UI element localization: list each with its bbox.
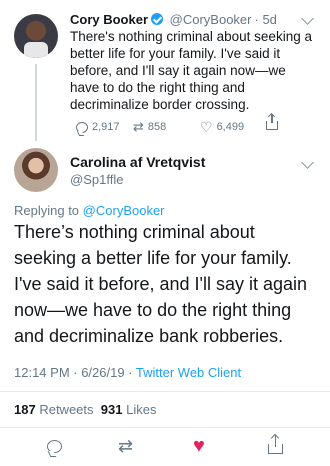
reply-icon[interactable] [47,440,62,453]
reply-count: 2,917 [92,121,120,133]
share-icon[interactable] [268,435,283,454]
thread-connector [35,64,37,141]
divider [0,391,330,392]
heart-icon: ♡ [200,119,213,135]
chevron-down-icon[interactable] [301,12,314,25]
retweets-value: 187 [14,402,36,417]
avatar-carolina[interactable] [14,148,58,192]
parent-tweet-actions: 2,917 ⇄ 858 ♡ 6,499 [76,114,291,135]
replying-to-link[interactable]: @CoryBooker [83,203,165,218]
retweet-count: 858 [147,121,167,133]
main-author-name[interactable]: Carolina af Vretqvist [70,154,205,170]
tweet-stats: 187 Retweets 931 Likes [14,402,156,417]
like-count: 6,499 [216,121,245,133]
likes-value: 931 [100,402,123,417]
retweet-action[interactable]: ⇄ 858 [133,119,167,134]
main-author-handle[interactable]: @Sp1ffle [70,172,123,187]
parent-author-name[interactable]: Cory Booker [70,12,148,27]
verified-badge-icon [151,13,164,25]
replying-prefix: Replying to [14,203,80,218]
retweet-icon[interactable]: ⇄ [118,436,133,456]
main-tweet-text: There’s nothing criminal about seeking a… [14,222,308,346]
tweet-action-bar: ⇄ ♥ [0,435,330,458]
parent-author-handle[interactable]: @CoryBooker [170,12,252,27]
retweets-label: Retweets [39,402,94,417]
tweet-timestamp: 12:14 PM · 6/26/19 · Twitter Web Client [14,365,241,380]
likes-label: Likes [126,402,157,417]
chevron-down-icon[interactable] [301,156,314,169]
reply-icon [76,121,88,133]
tweet-client-link[interactable]: Twitter Web Client [136,365,241,380]
retweets-stat[interactable]: 187 Retweets [14,402,94,417]
share-action[interactable] [266,114,278,130]
retweet-icon: ⇄ [133,119,144,134]
divider [0,427,330,428]
tweet-time: 12:14 PM · 6/26/19 · [14,365,136,380]
like-action[interactable]: ♡ 6,499 [200,119,245,135]
avatar-cory-booker[interactable] [14,14,58,58]
replying-to-line: Replying to @CoryBooker [14,203,165,218]
parent-tweet-age: · 5d [254,12,277,27]
parent-tweet-header: Cory Booker @CoryBooker · 5d [70,12,277,27]
share-icon [266,114,278,130]
heart-filled-icon[interactable]: ♥ [193,436,205,456]
parent-tweet-text: There's nothing criminal about seeking a… [70,29,312,112]
reply-action[interactable]: 2,917 [76,121,120,133]
likes-stat[interactable]: 931 Likes [101,402,157,417]
